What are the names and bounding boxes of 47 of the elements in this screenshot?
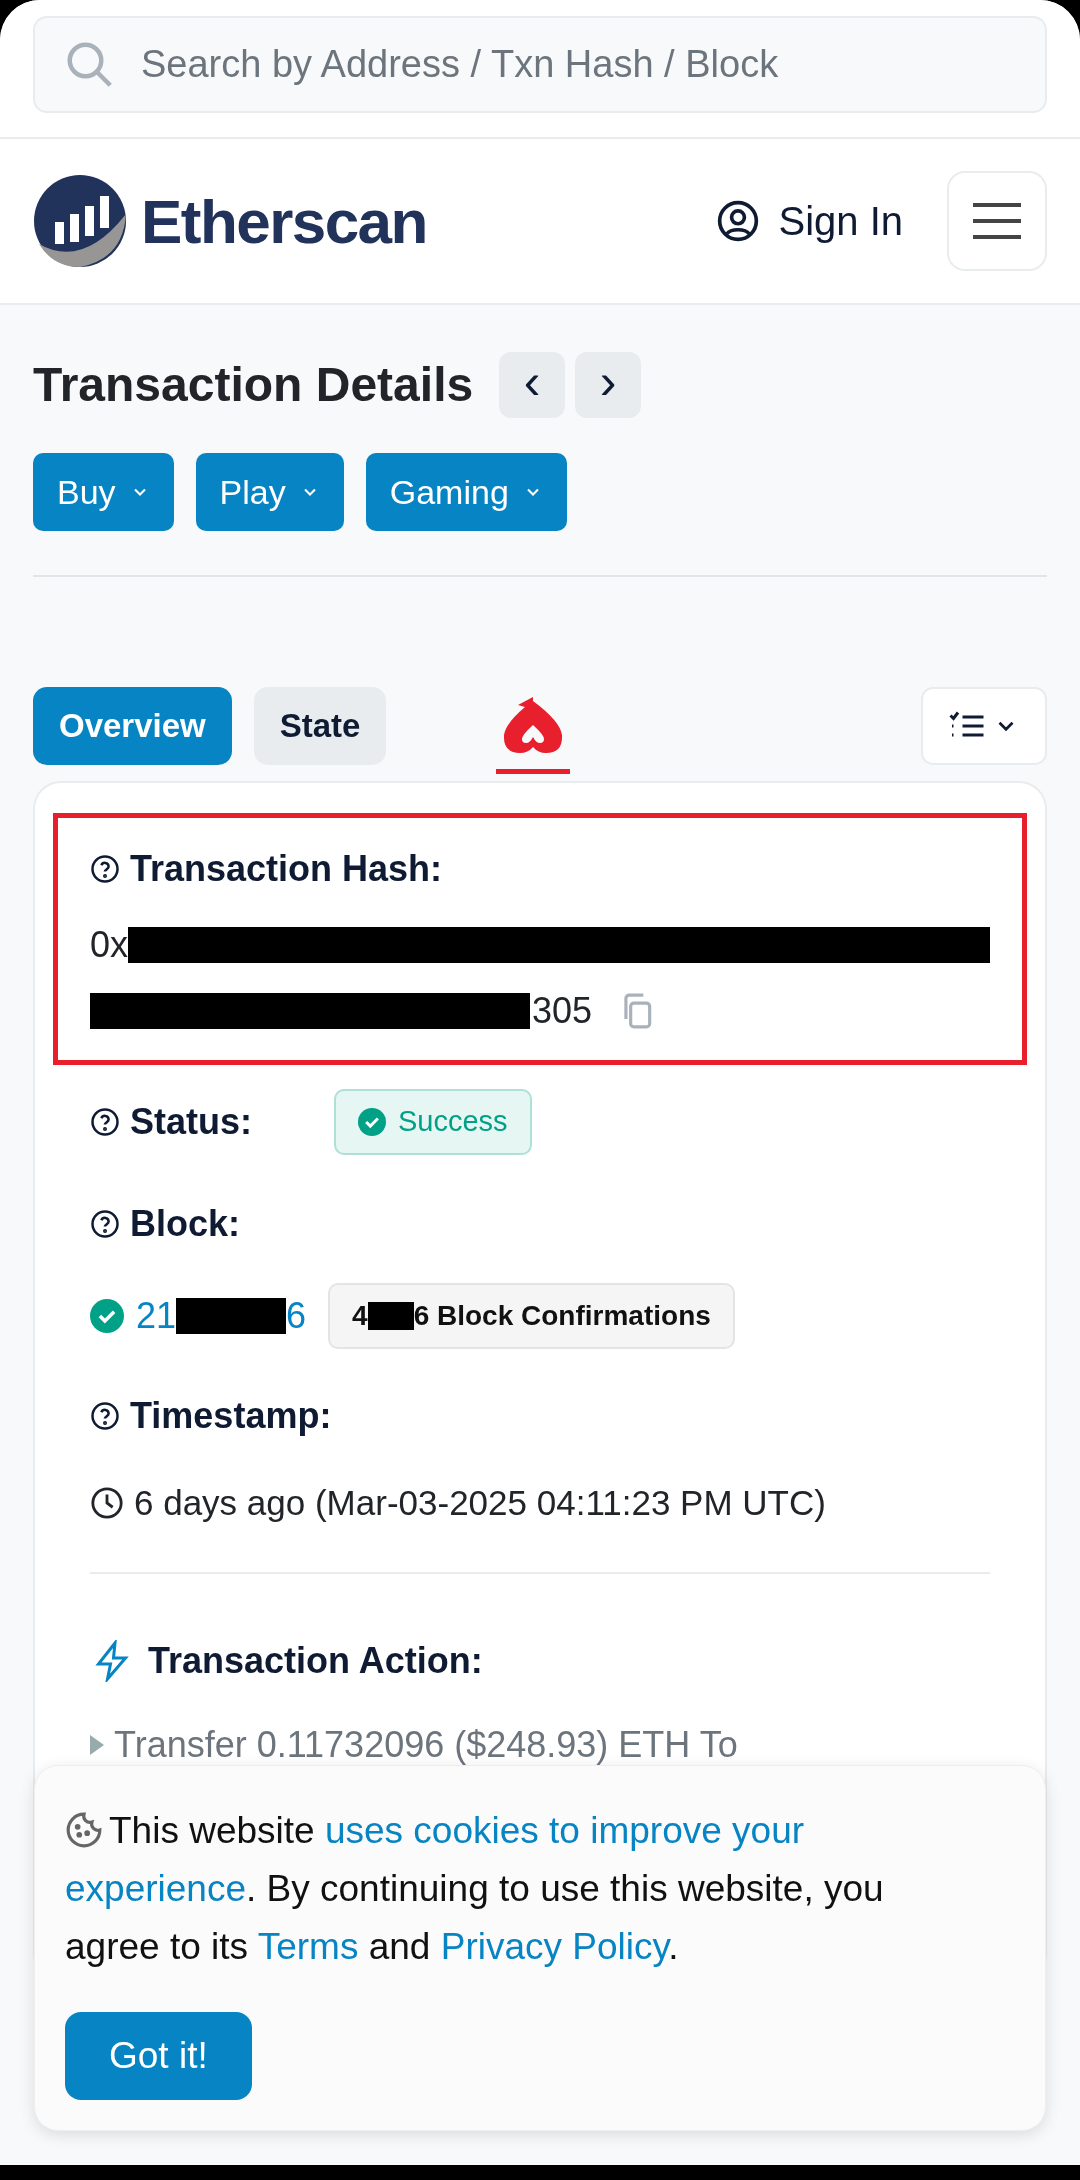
help-icon bbox=[90, 854, 120, 884]
hash-value: 0x bbox=[90, 923, 129, 967]
confirmations-text: 6 Block Confirmations bbox=[413, 1299, 711, 1333]
sign-in-link[interactable]: Sign In bbox=[716, 191, 903, 251]
hash-value: 305 bbox=[532, 989, 593, 1033]
terms-link[interactable]: Terms bbox=[257, 1926, 359, 1967]
cookie-policy-link[interactable]: uses cookies to improve your bbox=[324, 1810, 805, 1851]
next-button[interactable]: › bbox=[575, 352, 642, 418]
field-label: Block: bbox=[130, 1202, 241, 1246]
tab[interactable]: State bbox=[253, 687, 387, 765]
previous-button[interactable]: ‹ bbox=[499, 352, 566, 418]
privacy-policy-link[interactable]: Privacy Policy bbox=[440, 1926, 669, 1967]
cookie-message: This website uses cookies to improve your experience. By continuing to use this website, you agree to its Terms and Privacy Policy. bbox=[65, 1809, 885, 1969]
success-badge: Success bbox=[334, 1089, 532, 1155]
dropdown-button[interactable]: Play bbox=[195, 453, 344, 531]
help-icon bbox=[90, 1209, 120, 1239]
check-circle-icon bbox=[358, 1108, 386, 1136]
block-link[interactable]: 21 bbox=[136, 1289, 177, 1343]
field-label: Transaction Action: bbox=[148, 1638, 483, 1683]
page-title: Transaction Details bbox=[33, 357, 474, 413]
caret-right-icon bbox=[90, 1734, 104, 1755]
dropdown-button[interactable]: Gaming bbox=[365, 453, 567, 531]
user-icon bbox=[716, 199, 761, 243]
tab[interactable]: Overview bbox=[33, 687, 232, 765]
view-options-button[interactable] bbox=[921, 687, 1047, 765]
cookie-policy-link[interactable]: experience bbox=[65, 1868, 246, 1909]
field-label: Timestamp: bbox=[130, 1394, 332, 1438]
got-it-button[interactable]: Got it! bbox=[65, 2012, 252, 2100]
block-link[interactable]: 6 bbox=[286, 1289, 307, 1343]
redaction-bar bbox=[367, 1302, 414, 1330]
action-text: Transfer 0.11732096 ($248.93) ETH To bbox=[114, 1722, 738, 1767]
check-circle-icon bbox=[90, 1299, 124, 1333]
help-icon bbox=[90, 1107, 120, 1137]
dropdown-button[interactable]: Buy bbox=[33, 453, 174, 531]
clock-icon bbox=[90, 1486, 124, 1521]
logo-icon bbox=[33, 174, 127, 268]
confirmations-count: 4 bbox=[352, 1299, 368, 1333]
cookie-icon bbox=[65, 1811, 103, 1849]
help-icon bbox=[90, 1401, 120, 1431]
menu-button[interactable] bbox=[947, 171, 1047, 271]
menu-icon bbox=[971, 201, 1023, 241]
logo-text: Etherscan bbox=[141, 185, 427, 258]
lightning-icon bbox=[94, 1639, 130, 1682]
field-label: Status: bbox=[130, 1100, 252, 1144]
search-field[interactable]: Search by Address / Txn Hash / Block bbox=[33, 16, 1047, 113]
timestamp-value: 6 days ago (Mar-03-2025 04:11:23 PM UTC) bbox=[134, 1482, 826, 1524]
field-label: Transaction Hash: bbox=[130, 847, 443, 891]
